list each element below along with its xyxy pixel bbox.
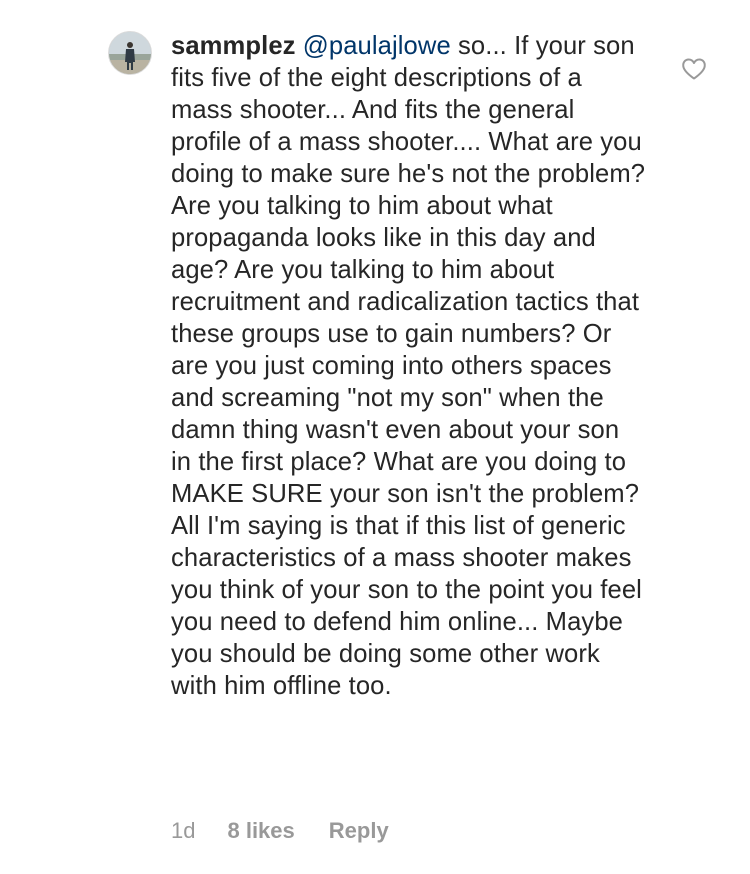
comment-likes-count[interactable]: 8 likes xyxy=(227,816,294,846)
comment-meta: 1d 8 likes Reply xyxy=(171,816,389,846)
comment-body: so... If your son fits five of the eight… xyxy=(171,32,646,700)
comment: sammplez @paulajlowe so... If your son f… xyxy=(0,0,750,874)
comment-text: sammplez @paulajlowe so... If your son f… xyxy=(171,30,646,702)
comment-timestamp: 1d xyxy=(171,818,196,843)
heart-outline-icon xyxy=(682,58,706,80)
reply-button[interactable]: Reply xyxy=(329,816,389,846)
comment-username[interactable]: sammplez xyxy=(171,32,296,60)
avatar-photo xyxy=(109,32,151,74)
comment-mention[interactable]: @paulajlowe xyxy=(303,32,451,60)
like-button[interactable] xyxy=(681,57,707,81)
avatar[interactable] xyxy=(108,31,152,75)
